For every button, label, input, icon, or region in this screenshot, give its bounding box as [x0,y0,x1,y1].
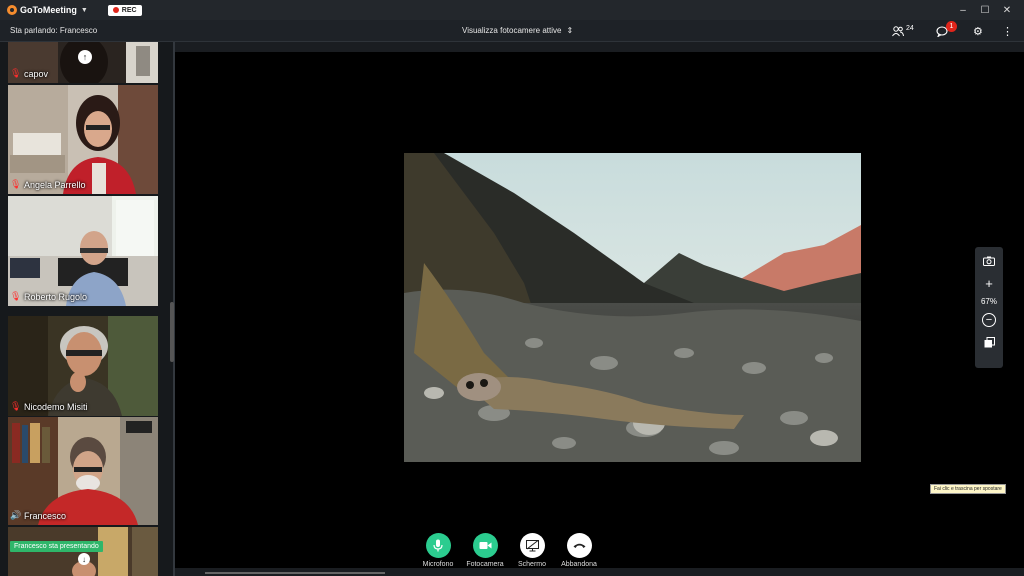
participant-name: Nicodemo Misiti [24,402,88,412]
screen-share-off-icon [525,539,539,551]
gotomeeting-logo-icon [7,5,17,15]
camera-label: Fotocamera [466,561,504,568]
camera-button[interactable] [472,533,498,558]
camera-view-label: Visualizza fotocamere attive [462,26,562,35]
microphone-label: Microfono [422,561,454,568]
zoom-out-button[interactable]: − [975,309,1003,331]
participant-name: Francesco [24,511,67,521]
participant-sidebar: ↑ 🎙 capov 🎙 Angela Parrello 🎙 Roberto Ru… [0,42,175,576]
minus-icon: − [982,313,996,327]
plus-icon: + [985,275,993,291]
hang-up-icon [573,543,585,548]
updown-chevron-icon: ⇕ [566,26,574,35]
mic-muted-icon: 🎙 [10,179,22,189]
participant-name: capov [24,69,49,79]
app-name: GoToMeeting [20,5,77,15]
zoom-in-button[interactable]: + [975,272,1003,294]
mic-muted-icon: 🎙 [10,291,22,301]
stage-header [175,42,1024,52]
title-bar: GoToMeeting ▼ REC – ☐ ✕ [0,0,1024,20]
chat-unread-badge: 1 [946,21,957,32]
screenshot-button[interactable] [975,250,1003,272]
microphone-icon [433,539,443,552]
zoom-level: 67% [980,297,997,306]
scroll-up-button[interactable]: ↑ [78,50,92,64]
shared-photo [404,153,861,462]
record-dot-icon [112,7,119,13]
participant-video [8,316,158,416]
presenting-label: Francesco sta presentando [10,541,103,552]
participant-video [8,417,158,525]
leave-control[interactable]: Abbandona [559,533,599,568]
chevron-down-icon: ▼ [80,6,88,14]
recording-indicator[interactable]: REC [107,4,142,16]
speaker-active-icon: 🔊 [10,510,22,520]
participant-name: Angela Parrello [24,180,86,190]
scroll-down-button[interactable]: ↓ [78,553,90,565]
participant-name: Roberto Rugolo [24,292,88,302]
camera-view-selector[interactable]: Visualizza fotocamere attive ⇕ [462,26,573,35]
rec-label: REC [121,6,137,14]
mic-muted-icon: 🎙 [10,68,22,78]
close-button[interactable]: ✕ [996,5,1018,16]
settings-button[interactable]: ⚙ [973,23,983,39]
people-icon [892,25,904,36]
video-camera-icon [479,542,491,549]
maximize-button[interactable]: ☐ [974,5,996,16]
more-vertical-icon: ⋮ [1002,25,1013,38]
fit-to-window-button[interactable] [975,331,1003,353]
arrow-down-icon: ↓ [82,554,86,564]
stage-scrollbar[interactable] [205,572,385,574]
participant-tile[interactable]: 🎙 Angela Parrello [8,85,158,194]
arrow-up-icon: ↑ [82,52,88,62]
camera-control[interactable]: Fotocamera [465,533,505,568]
drag-tooltip: Fai clic e trascina per spostare [930,484,1006,494]
participant-tile[interactable]: 🎙 Roberto Rugolo [8,196,158,306]
meeting-toolbar: Sta parlando: Francesco Visualizza fotoc… [0,20,1024,42]
window-controls: – ☐ ✕ [952,0,1018,20]
more-options-button[interactable]: ⋮ [1002,23,1013,39]
sidebar-scrollbar[interactable] [170,302,174,362]
participant-video [8,85,158,194]
app-menu[interactable]: GoToMeeting ▼ [7,5,88,15]
attendee-count: 24 [906,24,914,32]
participant-tile[interactable]: 🎙 Nicodemo Misiti [8,316,158,416]
screen-share-button[interactable] [519,533,545,558]
gear-icon: ⚙ [973,25,983,38]
leave-label: Abbandona [561,561,597,568]
screen-label: Schermo [517,561,546,568]
chat-button[interactable]: 1 [936,21,957,39]
minimize-button[interactable]: – [952,5,974,16]
leave-button[interactable] [566,533,592,558]
attendees-button[interactable]: 24 [892,23,914,39]
microphone-control[interactable]: Microfono [418,533,458,568]
screen-control[interactable]: Schermo [512,533,552,568]
participant-tile[interactable]: ↑ 🎙 capov [8,42,158,83]
zoom-panel: + 67% − [975,247,1003,368]
microphone-button[interactable] [425,533,451,558]
mic-muted-icon: 🎙 [10,401,22,411]
active-speaker-label: Sta parlando: Francesco [10,26,98,35]
camera-icon [983,256,995,266]
stage-scrollbar-track [175,568,1024,576]
participant-video [8,196,158,306]
copy-icon [984,336,995,347]
participant-tile[interactable]: 🔊 Francesco [8,417,158,525]
